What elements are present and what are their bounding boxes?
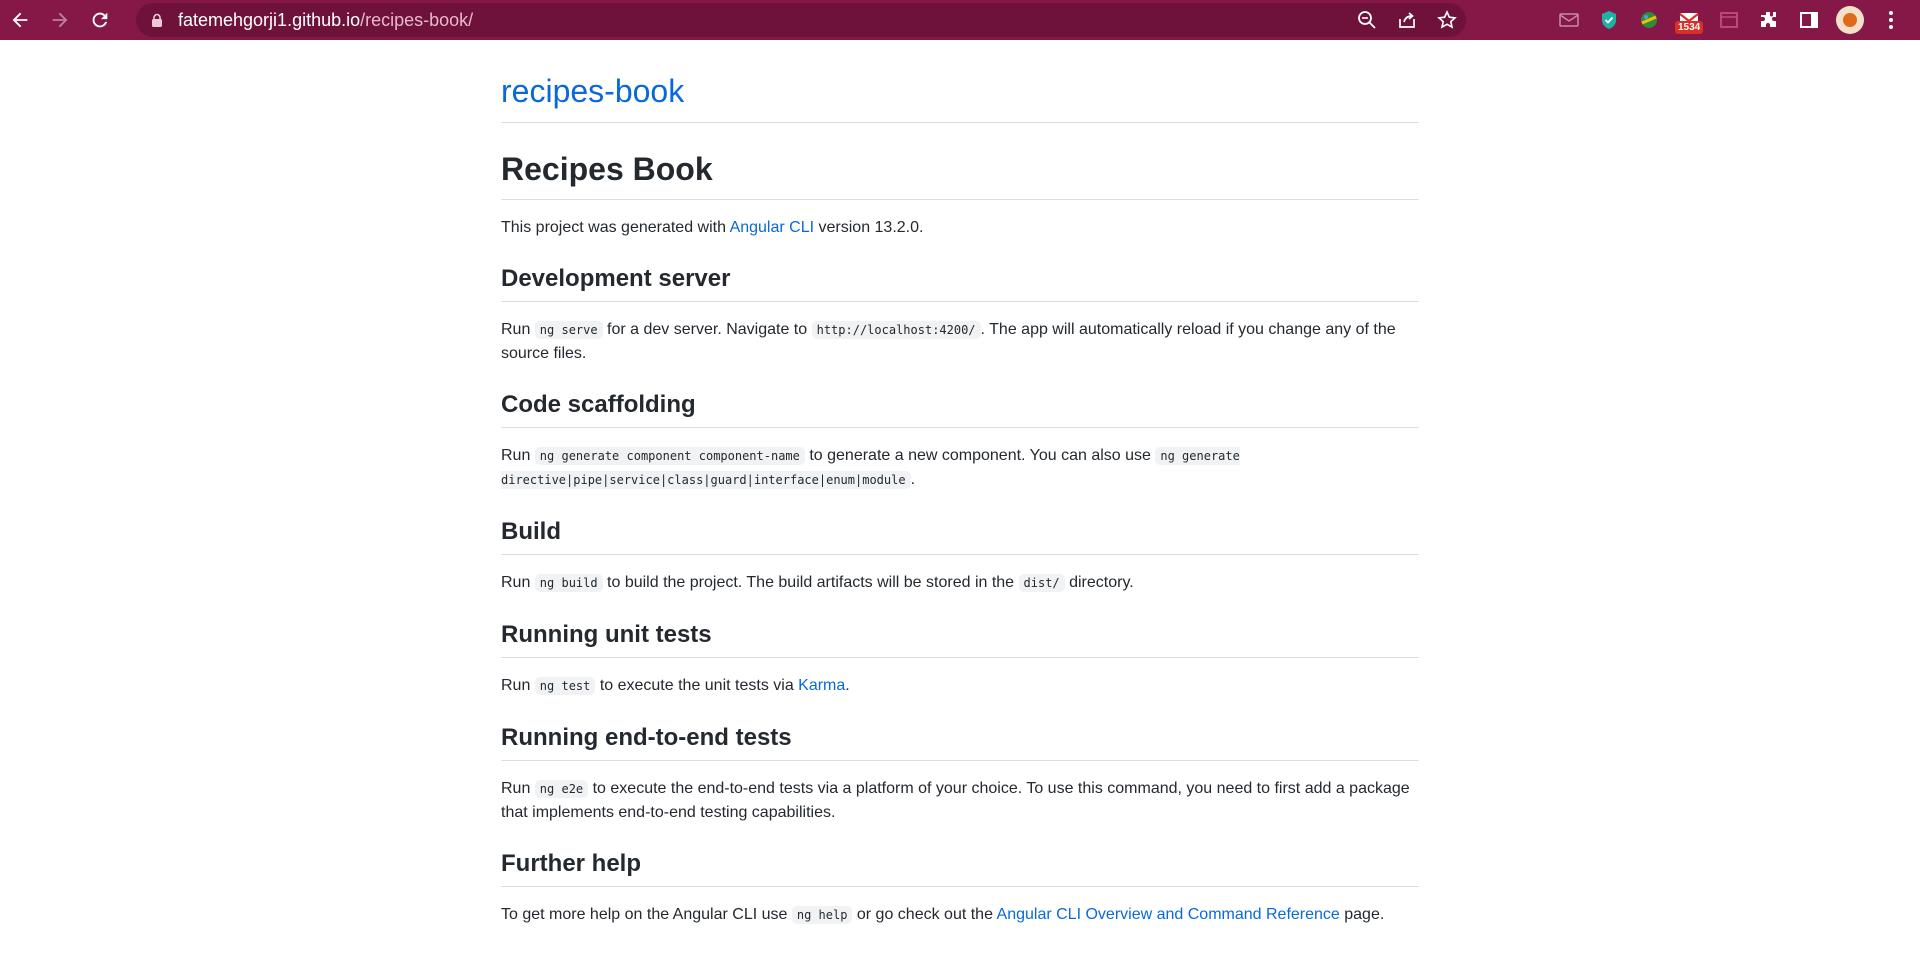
- arrow-right-icon: [52, 12, 68, 28]
- mail-count-badge: 1534: [1675, 21, 1704, 34]
- code-dist: dist/: [1018, 574, 1065, 592]
- side-panel-icon[interactable]: [1796, 7, 1822, 33]
- reload-icon: [92, 12, 108, 28]
- code-ng-serve: ng serve: [534, 321, 603, 339]
- page-title: Recipes Book: [501, 147, 1419, 200]
- angular-cli-link[interactable]: Angular CLI: [730, 219, 815, 236]
- unit-tests-paragraph: Run ng test to execute the unit tests vi…: [501, 674, 1419, 698]
- intro-prefix: This project was generated with: [501, 219, 730, 236]
- forward-button[interactable]: [40, 0, 80, 40]
- code-ng-build: ng build: [534, 574, 603, 592]
- code-ng-generate-component: ng generate component component-name: [534, 447, 805, 465]
- code-ng-e2e: ng e2e: [534, 780, 589, 798]
- mail-extension-icon[interactable]: [1556, 7, 1582, 33]
- shield-extension-icon[interactable]: [1596, 7, 1622, 33]
- code-scaffolding-paragraph: Run ng generate component component-name…: [501, 444, 1419, 492]
- text-run: to build the project. The build artifact…: [602, 574, 1019, 591]
- bookmark-star-icon[interactable]: [1434, 7, 1460, 33]
- section-heading-build: Build: [501, 516, 1419, 555]
- text-run: Run: [501, 447, 535, 464]
- section-heading-e2e-tests: Running end-to-end tests: [501, 722, 1419, 761]
- section-heading-code-scaffolding: Code scaffolding: [501, 389, 1419, 428]
- text-run: to execute the end-to-end tests via a pl…: [501, 780, 1410, 821]
- text-run: .: [910, 471, 916, 488]
- text-run: or go check out the: [852, 906, 997, 923]
- text-run: directory.: [1064, 574, 1134, 591]
- url-host: fatemehgorji1.github.io: [178, 9, 361, 30]
- url-text: fatemehgorji1.github.io/recipes-book/: [178, 10, 473, 31]
- address-bar[interactable]: fatemehgorji1.github.io/recipes-book/: [136, 3, 1466, 37]
- zoom-icon[interactable]: [1354, 7, 1380, 33]
- cli-reference-link[interactable]: Angular CLI Overview and Command Referen…: [997, 906, 1340, 923]
- intro-paragraph: This project was generated with Angular …: [501, 216, 1419, 239]
- readme-content: recipes-book Recipes Book This project w…: [501, 40, 1419, 927]
- further-help-paragraph: To get more help on the Angular CLI use …: [501, 903, 1419, 927]
- text-run: for a dev server. Navigate to: [602, 321, 812, 338]
- profile-avatar-icon: [1843, 13, 1857, 27]
- code-localhost-url: http://localhost:4200/: [811, 321, 981, 339]
- code-ng-test: ng test: [534, 677, 596, 695]
- build-paragraph: Run ng build to build the project. The b…: [501, 571, 1419, 595]
- globe-extension-icon[interactable]: [1636, 7, 1662, 33]
- text-run: Run: [501, 780, 535, 797]
- text-run: To get more help on the Angular CLI use: [501, 906, 792, 923]
- lock-icon: [150, 12, 164, 28]
- text-run: to execute the unit tests via: [595, 677, 799, 694]
- url-path: /recipes-book/: [360, 9, 474, 30]
- karma-link[interactable]: Karma: [798, 677, 845, 694]
- e2e-tests-paragraph: Run ng e2e to execute the end-to-end tes…: [501, 777, 1419, 824]
- text-run: page.: [1339, 906, 1385, 923]
- browser-toolbar: fatemehgorji1.github.io/recipes-book/ 15…: [0, 0, 1920, 40]
- section-heading-development-server: Development server: [501, 263, 1419, 302]
- share-icon[interactable]: [1394, 7, 1420, 33]
- code-ng-help: ng help: [791, 906, 853, 924]
- intro-suffix: version 13.2.0.: [814, 219, 924, 236]
- text-run: Run: [501, 321, 535, 338]
- text-run: .: [845, 677, 850, 694]
- section-heading-unit-tests: Running unit tests: [501, 619, 1419, 658]
- screen-capture-icon[interactable]: [1716, 7, 1742, 33]
- profile-avatar[interactable]: [1836, 6, 1864, 34]
- back-button[interactable]: [0, 0, 40, 40]
- text-run: Run: [501, 677, 535, 694]
- kebab-menu-icon[interactable]: [1878, 7, 1904, 33]
- reload-button[interactable]: [80, 0, 120, 40]
- development-server-paragraph: Run ng serve for a dev server. Navigate …: [501, 318, 1419, 365]
- text-run: to generate a new component. You can als…: [804, 447, 1156, 464]
- text-run: Run: [501, 574, 535, 591]
- section-heading-further-help: Further help: [501, 848, 1419, 887]
- puzzle-extensions-icon[interactable]: [1756, 7, 1782, 33]
- site-title-link[interactable]: recipes-book: [501, 70, 1419, 123]
- arrow-left-icon: [12, 12, 28, 28]
